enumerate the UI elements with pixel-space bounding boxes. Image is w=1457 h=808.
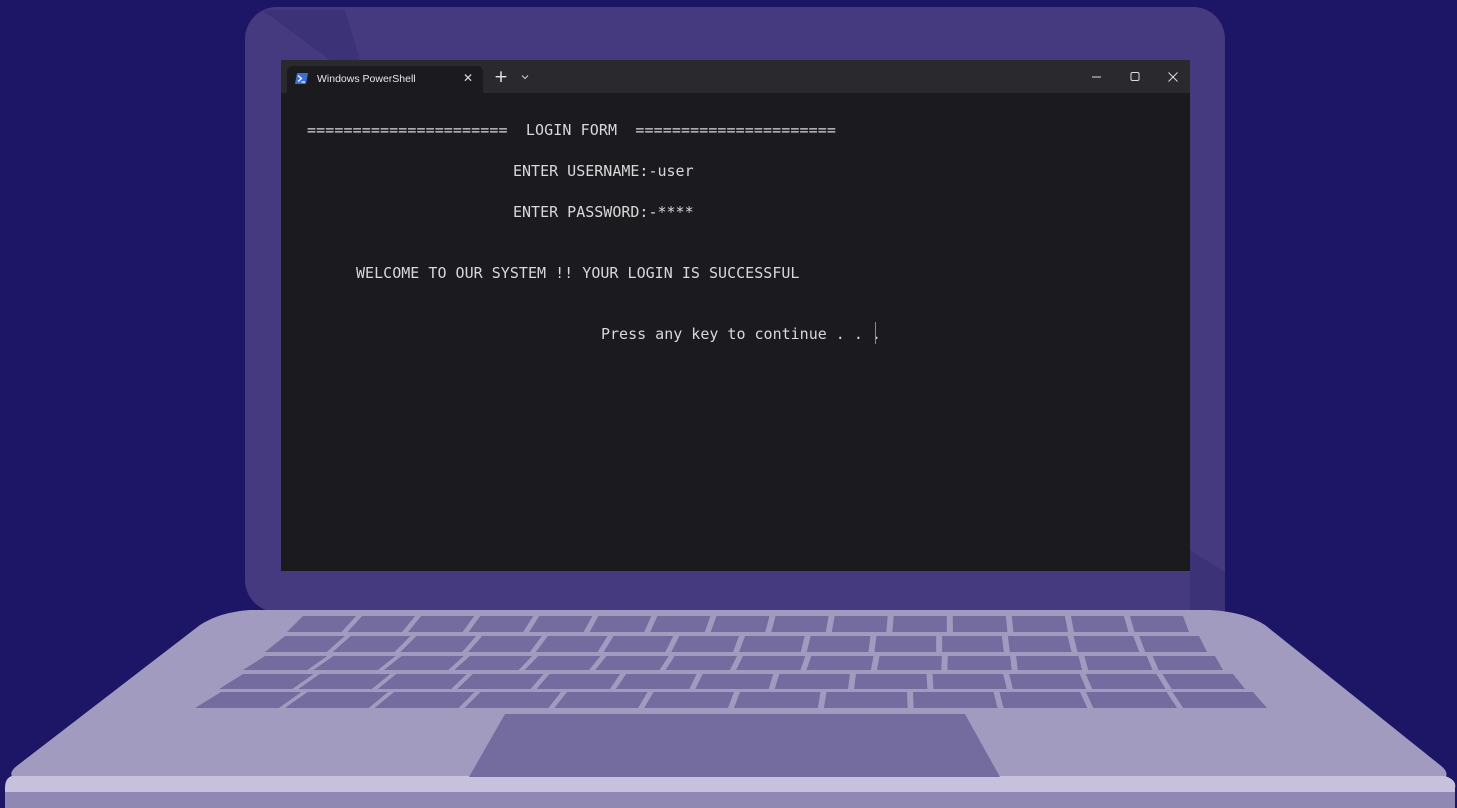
keyboard-key (952, 616, 1008, 632)
keyboard-key (603, 636, 674, 652)
keyboard-key (774, 674, 850, 689)
keyboard-key (806, 656, 874, 670)
password-line: ENTER PASSWORD:-**** (513, 203, 694, 221)
keyboard-key (1152, 656, 1223, 670)
keyboard-key (999, 692, 1088, 708)
text-cursor (875, 322, 876, 344)
keyboard-key (1007, 636, 1072, 652)
username-line: ENTER USERNAME:-user (513, 162, 694, 180)
keyboard-key (644, 692, 734, 708)
keyboard-key (536, 674, 621, 689)
keyboard-key (823, 692, 908, 708)
keyboard-key (1085, 674, 1166, 689)
keyboard-key (1172, 692, 1267, 708)
laptop-base-lip (5, 792, 1455, 808)
keyboard-key (615, 674, 697, 689)
console-output[interactable]: ====================== LOGIN FORM ======… (281, 93, 1190, 571)
keyboard-key (1162, 674, 1245, 689)
keyboard-key (1084, 656, 1153, 670)
keyboard-key (739, 636, 805, 652)
powershell-icon (295, 73, 308, 84)
continue-prompt: Press any key to continue . . . (601, 325, 881, 343)
keyboard-key (942, 636, 1004, 652)
welcome-message: WELCOME TO OUR SYSTEM !! YOUR LOGIN IS S… (356, 264, 800, 282)
keyboard-key (695, 674, 774, 689)
keyboard-key (892, 616, 947, 632)
close-tab-icon[interactable]: ✕ (461, 71, 475, 85)
trackpad (469, 714, 1000, 777)
keyboard-key (650, 616, 711, 632)
terminal-window[interactable]: Windows PowerShell ✕ + =================… (281, 60, 1190, 571)
keyboard-key (874, 636, 937, 652)
keyboard-key (1016, 656, 1083, 670)
keyboard-key (1139, 636, 1207, 652)
keyboard-key (554, 692, 648, 708)
keyboard-key (535, 636, 608, 652)
keyboard-key (1070, 616, 1129, 632)
keyboard (195, 616, 1267, 708)
chevron-down-icon[interactable] (519, 71, 531, 83)
keyboard-key (876, 656, 942, 670)
minimize-icon[interactable] (1089, 70, 1105, 84)
keyboard-key (1073, 636, 1140, 652)
keyboard-key (771, 616, 829, 632)
keyboard-key (1009, 674, 1087, 689)
maximize-icon[interactable] (1127, 70, 1143, 84)
keyboard-key (947, 656, 1012, 670)
keyboard-key (529, 616, 593, 632)
tab-windows-powershell[interactable]: Windows PowerShell ✕ (287, 66, 483, 93)
keyboard-key (464, 692, 561, 708)
login-form-header: ====================== LOGIN FORM ======… (307, 121, 837, 139)
keyboard-key (932, 674, 1007, 689)
keyboard-key (671, 636, 739, 652)
tab-title: Windows PowerShell (317, 73, 416, 85)
keyboard-key (589, 616, 652, 632)
close-icon[interactable] (1165, 70, 1181, 84)
keyboard-key (665, 656, 737, 670)
keyboard-key (736, 656, 806, 670)
keyboard-key (831, 616, 888, 632)
keyboard-key (1129, 616, 1189, 632)
new-tab-button[interactable]: + (493, 69, 509, 86)
keyboard-key (806, 636, 871, 652)
keyboard-key (913, 692, 998, 708)
title-bar[interactable]: Windows PowerShell ✕ + (281, 60, 1190, 93)
keyboard-key (1011, 616, 1068, 632)
keyboard-key (854, 674, 928, 689)
keyboard-key (595, 656, 669, 670)
keyboard-key (734, 692, 821, 708)
keyboard-key (710, 616, 770, 632)
keyboard-key (1086, 692, 1178, 708)
